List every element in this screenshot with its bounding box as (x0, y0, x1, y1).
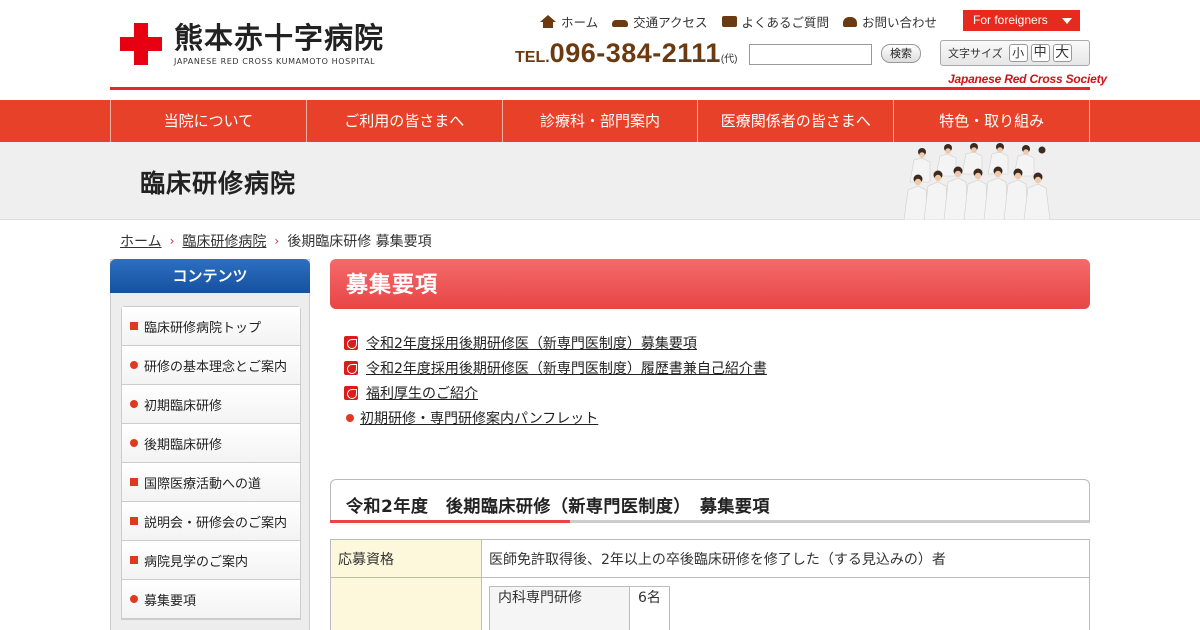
bullet-dot-icon (130, 361, 138, 369)
hospital-logo[interactable]: 熊本赤十字病院 JAPANESE RED CROSS KUMAMOTO HOSP… (120, 22, 384, 66)
breadcrumb-home[interactable]: ホーム (120, 231, 162, 251)
link-recruitment-pdf[interactable]: 令和2年度採用後期研修医（新専門医制度）募集要項 (344, 330, 767, 355)
link-resume-pdf[interactable]: 令和2年度採用後期研修医（新専門医制度）履歴書兼自己紹介書 (344, 355, 767, 380)
phone-icon (843, 16, 858, 27)
staff-group-photo (903, 143, 1051, 220)
page-title-band: 臨床研修病院 (0, 142, 1200, 220)
arrow-square-icon (130, 322, 138, 330)
red-cross-society-link[interactable]: Japanese Red Cross Society (948, 72, 1107, 86)
table-label (330, 577, 482, 630)
font-size-switcher: 文字サイズ 小 中 大 (940, 40, 1090, 66)
bullet-dot-icon (130, 400, 138, 408)
breadcrumb-current: 後期臨床研修 募集要項 (287, 234, 432, 250)
breadcrumb: ホーム › 臨床研修病院 › 後期臨床研修 募集要項 (120, 231, 432, 251)
home-icon (540, 15, 556, 28)
table-row: 内科専門研修 6名 (330, 577, 1090, 630)
gnav-patients[interactable]: ご利用の皆さまへ (307, 100, 503, 142)
chevron-right-icon: › (274, 234, 280, 248)
bullet-dot-icon (130, 595, 138, 603)
sidebar: コンテンツ 臨床研修病院トップ 研修の基本理念とご案内 初期臨床研修 後期臨床研… (110, 259, 310, 630)
sidebar-item-philosophy[interactable]: 研修の基本理念とご案内 (122, 346, 300, 385)
page-title: 臨床研修病院 (140, 169, 297, 198)
util-faq-link[interactable]: よくあるご質問 (721, 12, 829, 31)
sidebar-item-initial-training[interactable]: 初期臨床研修 (122, 385, 300, 424)
logo-subtitle: JAPANESE RED CROSS KUMAMOTO HOSPITAL (174, 57, 376, 66)
gnav-features[interactable]: 特色・取り組み (894, 100, 1090, 142)
global-nav: 当院について ご利用の皆さまへ 診療科・部門案内 医療関係者の皆さまへ 特色・取… (0, 100, 1200, 142)
section-header: 令和2年度 後期臨床研修（新専門医制度） 募集要項 (330, 479, 1090, 523)
gnav-medical-staff[interactable]: 医療関係者の皆さまへ (698, 100, 895, 142)
bullet-dot-icon (346, 413, 354, 422)
gnav-departments[interactable]: 診療科・部門案内 (503, 100, 699, 142)
requirements-table: 応募資格 医師免許取得後、2年以上の卒後臨床研修を修了した（する見込みの）者 内… (330, 539, 1090, 630)
utility-nav: ホーム 交通アクセス よくあるご質問 お問い合わせ (540, 12, 937, 31)
sidebar-item-international[interactable]: 国際医療活動への道 (122, 463, 300, 502)
pdf-icon (344, 335, 358, 350)
quota-table: 内科専門研修 6名 (489, 586, 670, 630)
arrow-square-icon (130, 478, 138, 486)
section-title: 令和2年度 後期臨床研修（新専門医制度） 募集要項 (346, 497, 770, 517)
site-header: 熊本赤十字病院 JAPANESE RED CROSS KUMAMOTO HOSP… (110, 0, 1107, 90)
logo-title: 熊本赤十字病院 (174, 21, 385, 55)
font-size-medium-button[interactable]: 中 (1030, 44, 1050, 62)
program-name: 内科専門研修 (489, 586, 630, 630)
link-welfare-pdf[interactable]: 福利厚生のご紹介 (344, 380, 767, 405)
sidebar-item-visit[interactable]: 病院見学のご案内 (122, 541, 300, 580)
for-foreigners-dropdown[interactable]: For foreigners (963, 10, 1080, 31)
phone-number: TEL.096-384-2111(代) (515, 38, 738, 68)
pdf-icon (344, 360, 358, 375)
link-pamphlet[interactable]: 初期研修・専門研修案内パンフレット (344, 405, 767, 430)
table-row: 応募資格 医師免許取得後、2年以上の卒後臨床研修を修了した（する見込みの）者 (330, 539, 1090, 578)
search-input[interactable] (749, 44, 872, 65)
font-size-large-button[interactable]: 大 (1052, 44, 1072, 62)
arrow-square-icon (130, 556, 138, 564)
sidebar-item-recruitment[interactable]: 募集要項 (122, 580, 300, 619)
sidebar-item-seminars[interactable]: 説明会・研修会のご案内 (122, 502, 300, 541)
table-value: 医師免許取得後、2年以上の卒後臨床研修を修了した（する見込みの）者 (481, 539, 1090, 578)
chevron-right-icon: › (169, 234, 175, 248)
sidebar-heading: コンテンツ (110, 259, 310, 293)
util-access-link[interactable]: 交通アクセス (612, 12, 708, 31)
gnav-about[interactable]: 当院について (111, 100, 307, 142)
sidebar-menu: 臨床研修病院トップ 研修の基本理念とご案内 初期臨床研修 後期臨床研修 国際医療… (121, 306, 301, 620)
font-size-label: 文字サイズ (948, 47, 1003, 60)
table-label: 応募資格 (330, 539, 482, 578)
util-home-link[interactable]: ホーム (540, 12, 598, 31)
faq-icon (721, 16, 737, 27)
section-accent-bar (330, 520, 570, 523)
car-icon (612, 20, 629, 27)
table-row: 内科専門研修 6名 (489, 586, 670, 630)
pdf-icon (344, 385, 358, 400)
bullet-dot-icon (130, 439, 138, 447)
search-button[interactable]: 検索 (881, 44, 921, 63)
font-size-small-button[interactable]: 小 (1008, 44, 1028, 62)
arrow-square-icon (130, 517, 138, 525)
red-cross-icon (120, 23, 162, 65)
program-quota: 6名 (629, 586, 670, 630)
sidebar-item-senior-training[interactable]: 後期臨床研修 (122, 424, 300, 463)
main-heading: 募集要項 (330, 259, 1090, 309)
document-links: 令和2年度採用後期研修医（新専門医制度）募集要項 令和2年度採用後期研修医（新専… (344, 330, 767, 430)
util-contact-link[interactable]: お問い合わせ (843, 12, 937, 31)
breadcrumb-training-hospital[interactable]: 臨床研修病院 (182, 231, 266, 251)
sidebar-item-training-top[interactable]: 臨床研修病院トップ (122, 307, 300, 346)
